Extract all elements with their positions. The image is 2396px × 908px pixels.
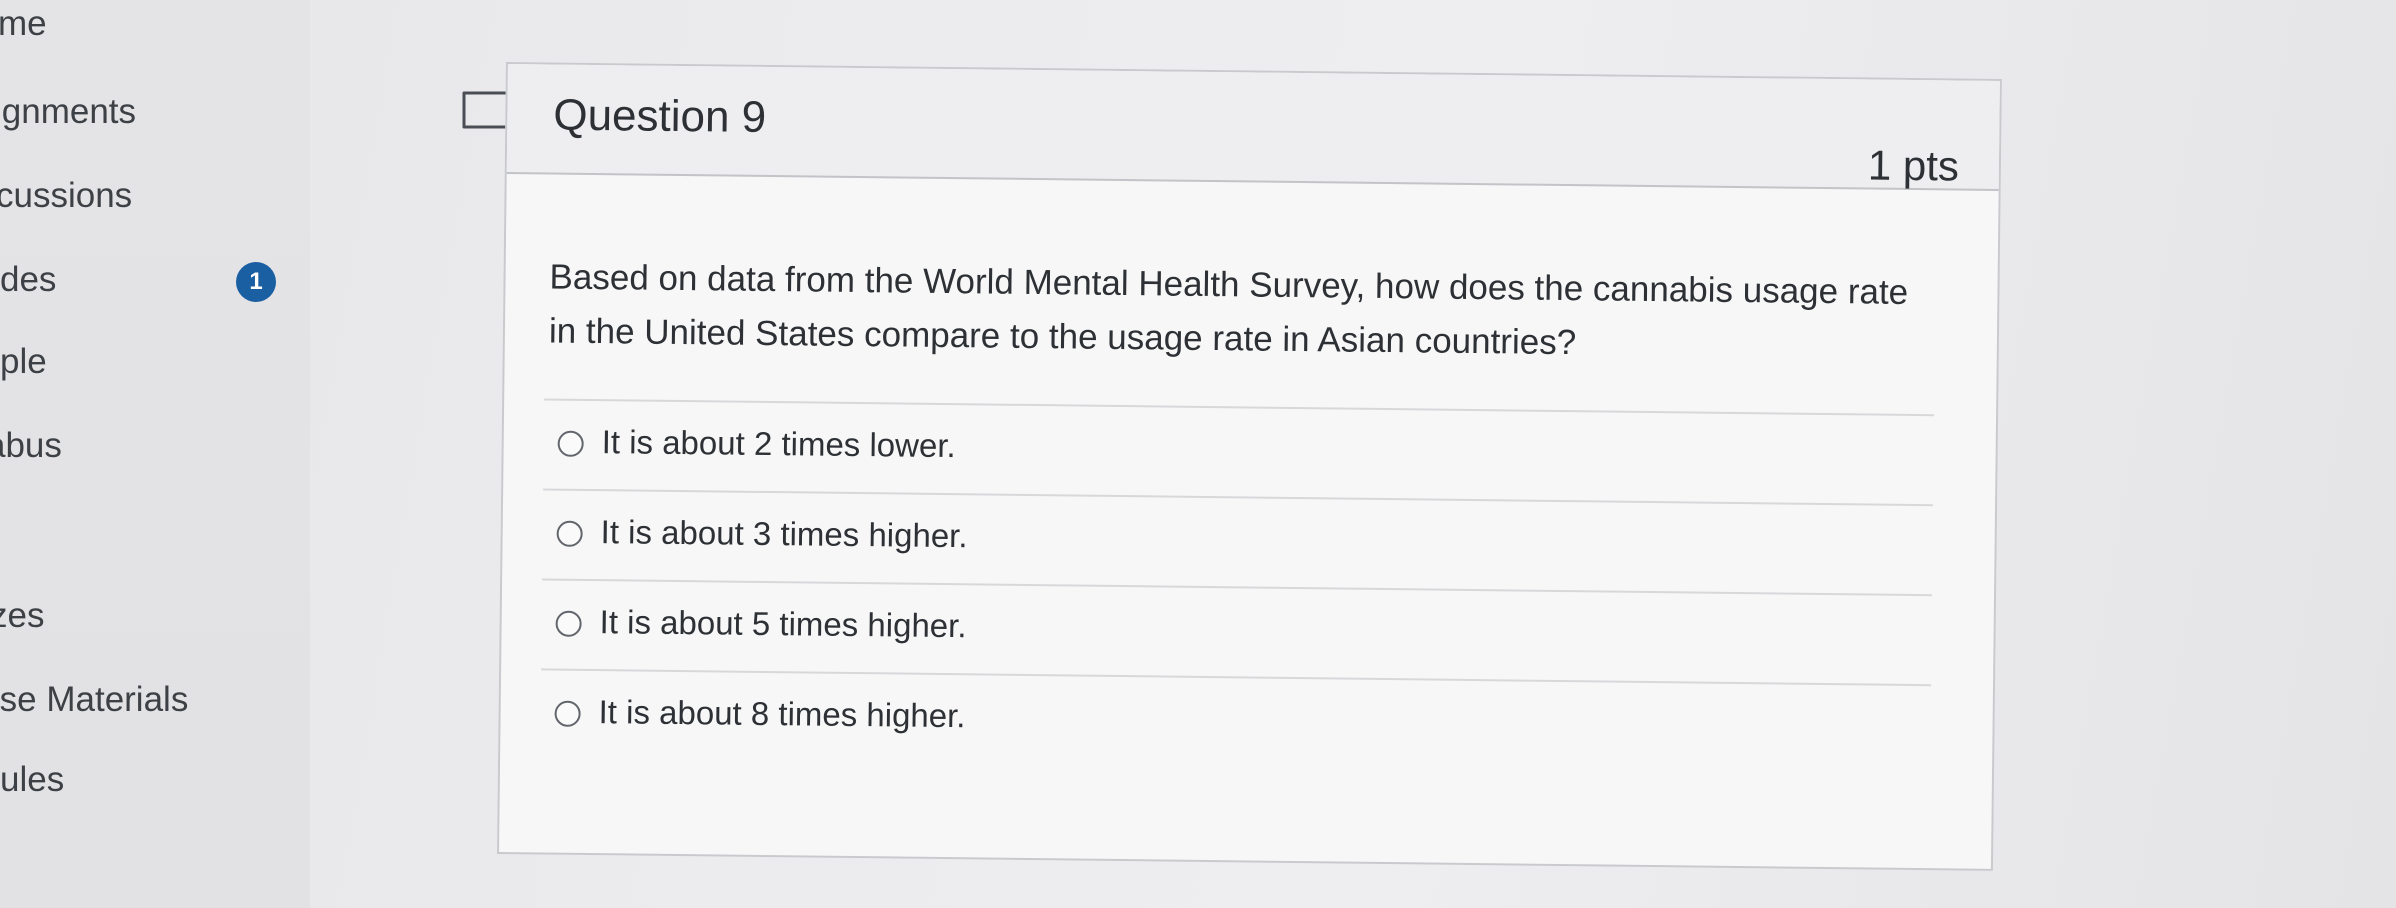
nav-item-home[interactable]: me [0,4,47,44]
radio-unselected-icon[interactable] [554,700,581,727]
answer-option[interactable]: It is about 2 times lower. [543,398,1935,505]
question-title: Question 9 [553,90,767,142]
nav-item-quizzes[interactable]: zes [0,596,44,636]
grades-notification-badge: 1 [236,262,276,302]
nav-item-syllabus[interactable]: abus [0,426,62,466]
nav-item-discussions[interactable]: cussions [0,176,132,216]
answer-option[interactable]: It is about 3 times higher. [542,488,1934,595]
answer-option[interactable]: It is about 8 times higher. [540,668,1932,775]
answer-label[interactable]: It is about 3 times higher. [600,513,967,555]
answer-label[interactable]: It is about 2 times lower. [601,423,955,465]
question-card: Question 9 1 pts Based on data from the … [497,62,2002,871]
radio-unselected-icon[interactable] [556,520,583,547]
radio-unselected-icon[interactable] [557,430,584,457]
answer-label[interactable]: It is about 8 times higher. [598,693,965,735]
answer-option[interactable]: It is about 5 times higher. [541,578,1933,685]
question-text: Based on data from the World Mental Heal… [548,257,1909,363]
question-header: Question 9 1 pts [506,64,2000,191]
question-points: 1 pts [1867,141,1960,190]
nav-item-people[interactable]: ple [0,342,47,382]
course-navigation: me ignments cussions des 1 ple abus zes … [0,0,310,908]
page: me ignments cussions des 1 ple abus zes … [0,0,2396,908]
nav-item-modules[interactable]: ules [0,760,64,800]
answer-label[interactable]: It is about 5 times higher. [599,603,966,645]
nav-item-assignments[interactable]: ignments [0,92,136,132]
radio-unselected-icon[interactable] [555,610,582,637]
nav-item-grades[interactable]: des [0,260,56,300]
nav-item-course-materials[interactable]: rse Materials [0,680,188,720]
answer-list: It is about 2 times lower. It is about 3… [540,398,1935,775]
